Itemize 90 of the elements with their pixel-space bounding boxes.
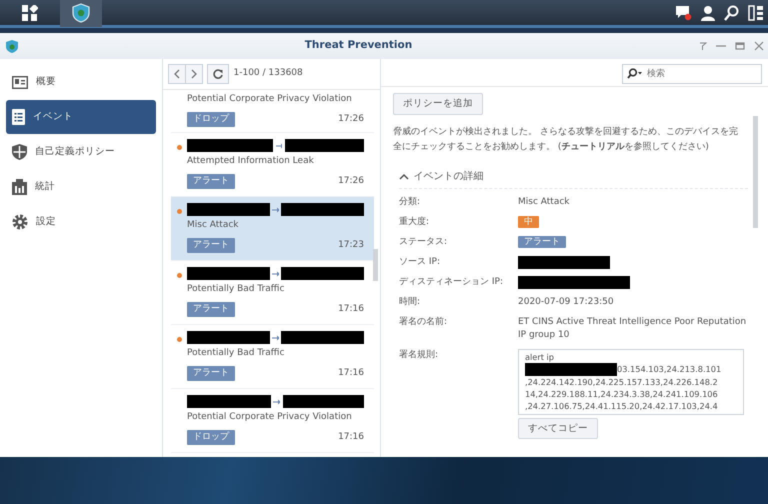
search-field[interactable]: 検索 <box>622 64 762 84</box>
status-tag: 中 <box>518 216 539 228</box>
gear-icon <box>12 214 28 230</box>
status-tag: アラート <box>518 236 566 248</box>
search-icon[interactable] <box>724 4 738 20</box>
event-category: Misc Attack <box>187 219 240 232</box>
event-item[interactable]: Attempted Information Leak アラート 17:26 <box>171 133 374 197</box>
shield-icon <box>12 144 27 160</box>
event-item[interactable]: Misc Attack アラート 17:23 <box>171 197 374 261</box>
status-dot <box>177 337 182 342</box>
close-icon[interactable] <box>754 41 764 51</box>
field-label: ソース IP: <box>398 256 441 270</box>
add-policy-button[interactable]: ポリシーを追加 <box>393 93 483 116</box>
refresh-button[interactable] <box>207 64 229 84</box>
field-label: 署名規則: <box>398 349 440 362</box>
event-item[interactable]: Potentially Bad Traffic アラート 17:16 <box>171 261 374 325</box>
arrow-icon <box>272 334 280 340</box>
shield-icon <box>4 38 18 54</box>
field-label: 署名の名前: <box>398 316 448 330</box>
field-label: ステータス: <box>398 236 448 250</box>
event-category: Potential Corporate Privacy Violation <box>187 411 353 424</box>
event-category: Potentially Bad Traffic <box>187 283 286 296</box>
rule-line: 14,24.229.188.11,24.234.3.38,24.241.109.106 <box>525 388 718 400</box>
id-card-icon <box>12 76 28 88</box>
refresh-icon <box>213 68 223 79</box>
scrollbar-thumb[interactable] <box>753 116 758 228</box>
status-dot <box>177 145 182 150</box>
arrow-icon <box>272 206 280 212</box>
maximize-icon[interactable] <box>734 41 744 51</box>
status-dot <box>177 209 182 214</box>
event-time: 17:16 <box>338 430 364 444</box>
rule-line: 03.154.103,24.213.8.101 <box>617 363 722 376</box>
event-category: Attempted Information Leak <box>187 155 315 168</box>
event-time: 17:23 <box>338 238 364 252</box>
building-icon <box>12 179 27 195</box>
event-time: 17:26 <box>338 112 364 126</box>
scrollbar-thumb[interactable] <box>373 249 378 281</box>
action-tag: アラート <box>187 366 235 381</box>
arrow-icon <box>272 270 280 276</box>
copy-all-button[interactable]: すべてコピー <box>518 418 598 438</box>
window-title: Threat Prevention <box>304 39 412 52</box>
user-icon[interactable] <box>700 4 714 20</box>
status-dot <box>177 273 182 278</box>
search-icon <box>627 68 643 79</box>
arrow-icon <box>273 398 280 404</box>
sidebar-item[interactable]: イベント <box>6 100 156 134</box>
help-icon[interactable] <box>698 41 706 51</box>
event-item[interactable]: Potentially Bad Traffic アラート 17:16 <box>171 325 374 389</box>
event-category: Potentially Bad Traffic <box>187 347 286 360</box>
shield-icon <box>72 2 90 22</box>
action-tag: ドロップ <box>187 430 235 445</box>
sidebar-item[interactable]: 自己定義ポリシー <box>6 135 156 169</box>
field-label: ディスティネーション IP: <box>398 276 504 290</box>
chevron-icon[interactable] <box>399 172 409 181</box>
event-time: 17:16 <box>338 302 364 316</box>
field-label: 分類: <box>398 196 422 210</box>
notification-icon[interactable] <box>674 4 692 20</box>
field-label: 時間: <box>398 296 422 310</box>
chevron-left-icon <box>174 68 180 79</box>
event-item[interactable]: Potential Corporate Privacy Violation ドロップ 17:26 <box>171 93 374 133</box>
action-tag: アラート <box>187 238 235 253</box>
rule-line: ,24.27.106.75,24.41.115.20,24.42.17.103,24.4 <box>525 400 718 412</box>
rule-line: alert ip <box>525 351 554 364</box>
grid-icon <box>22 4 38 20</box>
document-icon <box>12 109 25 125</box>
rule-line: ,24.224.142.190,24.225.157.133,24.226.148.2 <box>525 376 718 388</box>
sidebar-item[interactable]: 設定 <box>6 205 156 239</box>
action-tag: アラート <box>187 174 235 189</box>
event-category: Potential Corporate Privacy Violation <box>187 93 353 106</box>
sidebar-item[interactable]: 統計 <box>6 170 156 204</box>
threat-message: 脅威のイベントが検出されました。 さらなる攻撃を回避するため、このデバイスを完全にチェックすることをお勧めします。 (チュートリアルを参照してください) <box>393 126 739 154</box>
sidebar-item[interactable]: 概要 <box>6 65 156 99</box>
field-value: Misc Attack <box>518 196 570 210</box>
event-time: 17:16 <box>338 366 364 380</box>
field-value: ET CINS Active Threat Intelligence Poor Reputation IP group 10 <box>518 316 748 342</box>
field-label: 重大度: <box>398 216 430 230</box>
chevron-right-icon <box>190 68 196 79</box>
field-value: 2020-07-09 17:23:50 <box>518 296 615 310</box>
next-button[interactable] <box>186 64 202 84</box>
rule-text-area[interactable]: alert ip 03.154.103,24.213.8.101 ,24.224.142.190,24.225.157.133,24.226.148.2 14,24.229.188.11,24.234.3.38,24.241.109.106 ,24.27.106.75,24.41.115.20,24.42.17.103,24.4 <box>518 349 744 416</box>
action-tag: ドロップ <box>187 112 235 127</box>
event-item[interactable]: Potential Corporate Privacy Violation ドロップ 17:16 <box>171 389 374 453</box>
action-tag: アラート <box>187 302 235 317</box>
arrow-icon <box>276 142 282 148</box>
widgets-icon[interactable] <box>748 4 764 20</box>
section-title: イベントの詳細 <box>414 170 484 184</box>
pager-text: 1-100 / 133608 <box>234 67 303 80</box>
previous-button[interactable] <box>168 64 186 84</box>
taskbar-app-button[interactable] <box>60 0 102 26</box>
event-time: 17:26 <box>338 174 364 188</box>
